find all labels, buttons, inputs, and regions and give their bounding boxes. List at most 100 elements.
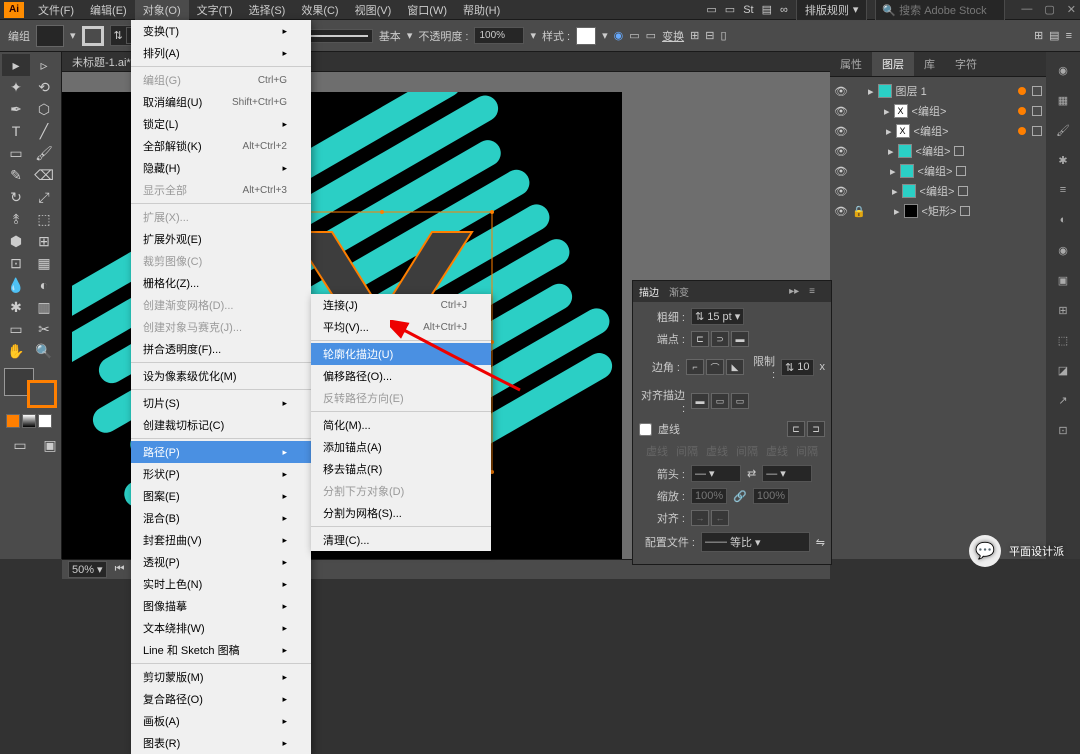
menu-item[interactable]: 移去锚点(R) bbox=[311, 458, 491, 480]
layer-row[interactable]: 👁 ▸ X <编组> bbox=[830, 101, 1046, 121]
menu-item[interactable]: 轮廓化描边(U) bbox=[311, 343, 491, 365]
zoom-tool[interactable]: 🔍 bbox=[30, 340, 58, 362]
arrow-end[interactable]: —▾ bbox=[762, 465, 812, 482]
width-tool[interactable]: ⥉ bbox=[2, 208, 30, 230]
menu-3[interactable]: 文字(T) bbox=[189, 0, 241, 20]
join-round[interactable]: ⌒ bbox=[706, 359, 724, 375]
libraries-icon[interactable]: ⊡ bbox=[1053, 420, 1073, 440]
menu-item[interactable]: 剪切蒙版(M) bbox=[131, 666, 311, 688]
layer-row[interactable]: 👁 🔒 ▸ <矩形> bbox=[830, 201, 1046, 221]
collapse-icon[interactable]: ▸▸ bbox=[789, 286, 799, 297]
menu-item[interactable]: 排列(A) bbox=[131, 42, 311, 64]
screen-mode[interactable]: ▭ bbox=[6, 434, 34, 456]
transform-panel-icon[interactable]: ⬚ bbox=[1053, 330, 1073, 350]
menu-item[interactable]: 实时上色(N) bbox=[131, 573, 311, 595]
menu-item[interactable]: 复合路径(O) bbox=[131, 688, 311, 710]
stroke-panel-icon[interactable]: ≡ bbox=[1053, 180, 1073, 200]
arrange-icon[interactable]: ≡ bbox=[1066, 30, 1072, 42]
swatches-panel-icon[interactable]: ▦ bbox=[1053, 90, 1073, 110]
layer-row[interactable]: 👁 ▸ <编组> bbox=[830, 181, 1046, 201]
menu-item[interactable]: 简化(M)... bbox=[311, 414, 491, 436]
line-tool[interactable]: ╱ bbox=[30, 120, 58, 142]
align-center[interactable]: ▬ bbox=[691, 393, 709, 409]
menu-8[interactable]: 帮助(H) bbox=[455, 0, 508, 20]
menu-item[interactable]: 添加锚点(A) bbox=[311, 436, 491, 458]
pen-tool[interactable]: ✒ bbox=[2, 98, 30, 120]
panel-tab[interactable]: 图层 bbox=[872, 52, 914, 76]
recolor-icon[interactable]: ◉ bbox=[614, 29, 624, 42]
gradient-mode[interactable] bbox=[22, 414, 36, 428]
direct-select-tool[interactable]: ▹ bbox=[30, 54, 58, 76]
panel-tab[interactable]: 属性 bbox=[830, 52, 872, 76]
magic-wand-tool[interactable]: ✦ bbox=[2, 76, 30, 98]
symbol-sprayer[interactable]: ✱ bbox=[2, 296, 30, 318]
align-icon[interactable]: ⊟ bbox=[705, 29, 714, 42]
menu-item[interactable]: 封套扭曲(V) bbox=[131, 529, 311, 551]
visibility-icon[interactable]: 👁 bbox=[834, 145, 848, 158]
panel-menu-icon[interactable]: ≡ bbox=[809, 286, 815, 297]
weight-input[interactable]: ⇅15 pt▾ bbox=[691, 308, 744, 325]
curvature-tool[interactable]: ⬡ bbox=[30, 98, 58, 120]
gradient-tool[interactable]: ▦ bbox=[30, 252, 58, 274]
layer-row[interactable]: 👁 ▸ <编组> bbox=[830, 141, 1046, 161]
menu-item[interactable]: 图表(R) bbox=[131, 732, 311, 754]
align-inside[interactable]: ▭ bbox=[711, 393, 729, 409]
visibility-icon[interactable]: 👁 bbox=[834, 85, 848, 98]
menu-item[interactable]: 透视(P) bbox=[131, 551, 311, 573]
align-icon[interactable]: ⊞ bbox=[690, 29, 699, 42]
free-transform[interactable]: ⬚ bbox=[30, 208, 58, 230]
workspace-switcher[interactable]: 排版规则▾ bbox=[796, 0, 868, 21]
menu-0[interactable]: 文件(F) bbox=[30, 0, 82, 20]
pathfinder-icon[interactable]: ◪ bbox=[1053, 360, 1073, 380]
shaper-tool[interactable]: ✎ bbox=[2, 164, 30, 186]
visibility-icon[interactable]: 👁 bbox=[834, 105, 848, 118]
eyedropper-tool[interactable]: 💧 bbox=[2, 274, 30, 296]
search-input[interactable]: 🔍 搜索 Adobe Stock bbox=[875, 0, 1005, 21]
menu-4[interactable]: 选择(S) bbox=[241, 0, 294, 20]
menu-item[interactable]: 连接(J)Ctrl+J bbox=[311, 294, 491, 316]
asset-export-icon[interactable]: ↗ bbox=[1053, 390, 1073, 410]
panel-icon[interactable]: St bbox=[743, 4, 753, 16]
menu-item[interactable]: 混合(B) bbox=[131, 507, 311, 529]
menu-item[interactable]: 栅格化(Z)... bbox=[131, 272, 311, 294]
menu-item[interactable]: 文本绕排(W) bbox=[131, 617, 311, 639]
zoom-select[interactable]: 50%▾ bbox=[68, 561, 107, 578]
menu-2[interactable]: 对象(O) bbox=[135, 0, 189, 20]
arrange-icon[interactable]: ⊞ bbox=[1034, 29, 1043, 42]
panel-icon[interactable]: ▭ bbox=[706, 3, 716, 16]
shape-builder[interactable]: ⬢ bbox=[2, 230, 30, 252]
nav-first[interactable]: ⏮ bbox=[115, 563, 125, 576]
rotate-tool[interactable]: ↻ bbox=[2, 186, 30, 208]
menu-item[interactable]: 形状(P) bbox=[131, 463, 311, 485]
menu-item[interactable]: 图像描摹 bbox=[131, 595, 311, 617]
menu-item[interactable]: 创建裁切标记(C) bbox=[131, 414, 311, 436]
dashed-checkbox[interactable] bbox=[639, 423, 652, 436]
appearance-icon[interactable]: ◉ bbox=[1053, 240, 1073, 260]
visibility-icon[interactable]: 👁 bbox=[834, 165, 848, 178]
menu-item[interactable]: 锁定(L) bbox=[131, 113, 311, 135]
layer-row[interactable]: 👁 ▸ 图层 1 bbox=[830, 81, 1046, 101]
slice-tool[interactable]: ✂ bbox=[30, 318, 58, 340]
panel-icon[interactable]: ▭ bbox=[725, 3, 735, 16]
menu-item[interactable]: 路径(P) bbox=[131, 441, 311, 463]
join-bevel[interactable]: ◣ bbox=[726, 359, 744, 375]
menu-7[interactable]: 窗口(W) bbox=[399, 0, 455, 20]
menu-item[interactable]: 分割为网格(S)... bbox=[311, 502, 491, 524]
menu-item[interactable]: 隐藏(H) bbox=[131, 157, 311, 179]
menu-item[interactable]: 拼合透明度(F)... bbox=[131, 338, 311, 360]
mesh-tool[interactable]: ⊡ bbox=[2, 252, 30, 274]
none-mode[interactable] bbox=[38, 414, 52, 428]
rectangle-tool[interactable]: ▭ bbox=[2, 142, 30, 164]
panel-tab[interactable]: 字符 bbox=[945, 52, 987, 76]
selection-tool[interactable]: ▸ bbox=[2, 54, 30, 76]
menu-item[interactable]: 画板(A) bbox=[131, 710, 311, 732]
graphic-style[interactable] bbox=[576, 27, 596, 45]
align-icon[interactable]: ▭ bbox=[646, 29, 656, 42]
swap-arrows[interactable]: ⇄ bbox=[747, 467, 756, 480]
miter-limit[interactable]: ⇅10 bbox=[781, 359, 813, 376]
color-swatches[interactable] bbox=[4, 368, 57, 408]
screen-mode[interactable]: ▣ bbox=[36, 434, 64, 456]
align-panel-icon[interactable]: ⊞ bbox=[1053, 300, 1073, 320]
eraser-tool[interactable]: ⌫ bbox=[30, 164, 58, 186]
menu-item[interactable]: 设为像素级优化(M) bbox=[131, 365, 311, 387]
